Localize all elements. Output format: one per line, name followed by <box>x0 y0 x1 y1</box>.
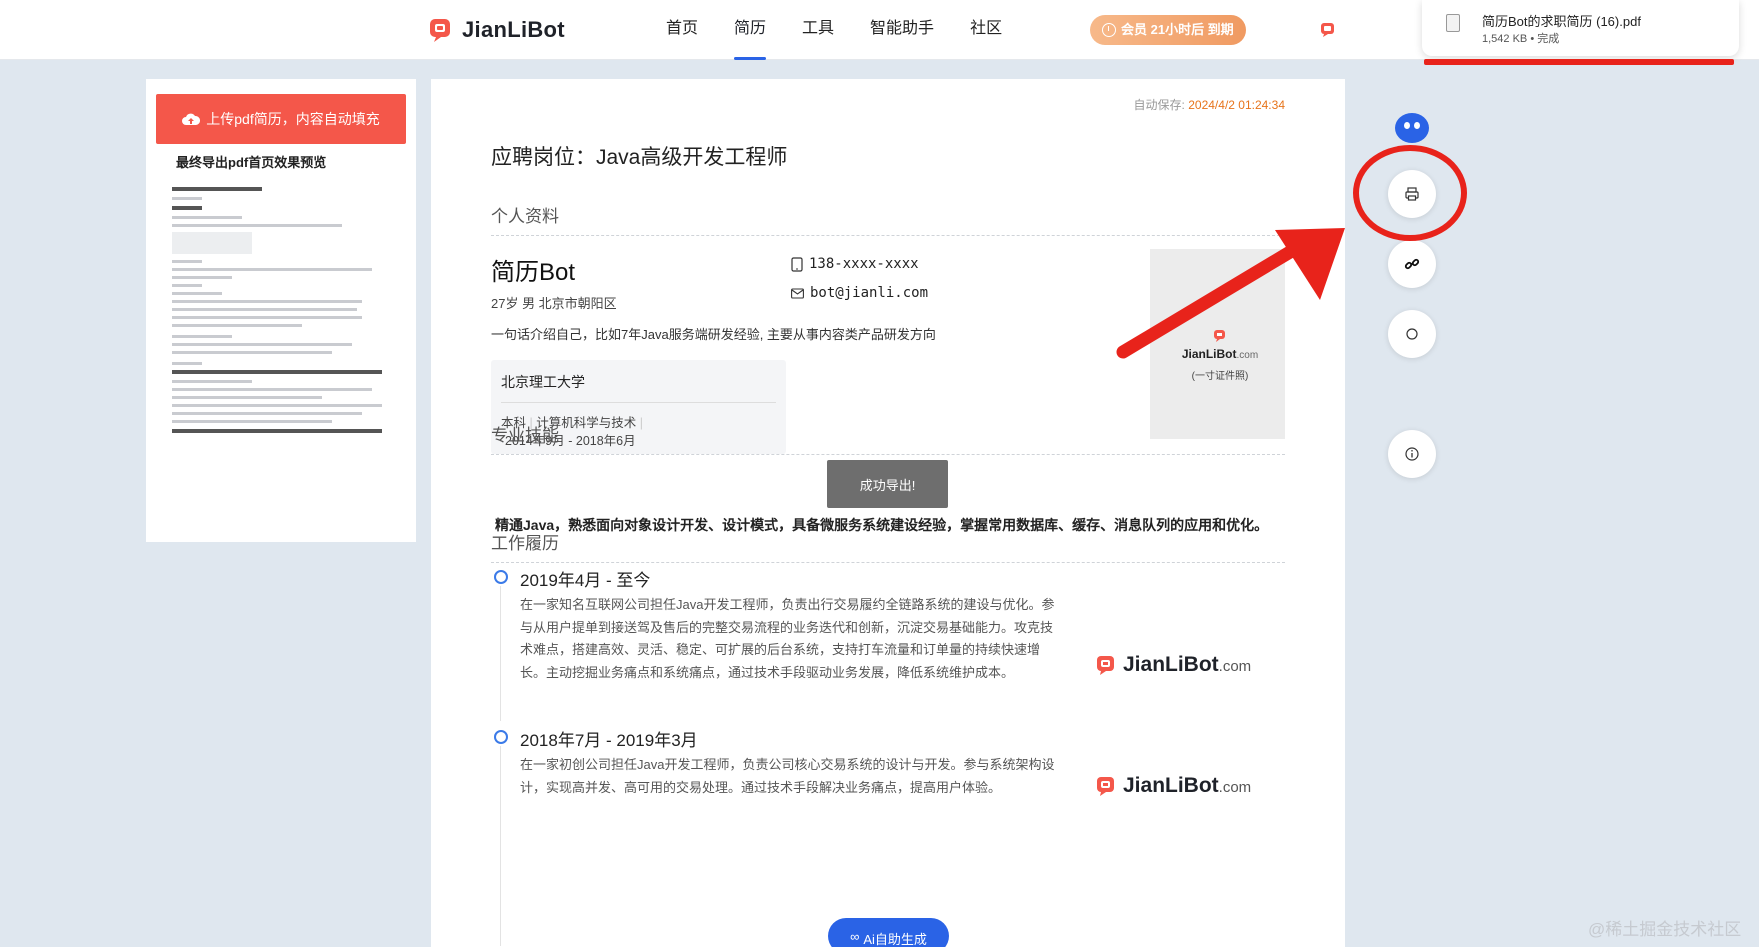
upload-pdf-label: 上传pdf简历，内容自动填充 <box>206 111 380 127</box>
vip-badge[interactable]: 会员 21小时后 到期 <box>1090 15 1246 45</box>
timeline-dot <box>494 730 508 744</box>
ai-generate-label: Ai自助生成 <box>863 932 927 947</box>
watermark-logo: JianLiBot.com <box>1095 774 1251 798</box>
download-notification[interactable]: 简历Bot的求职简历 (16).pdf 1,542 KB • 完成 <box>1422 0 1739 56</box>
nav-community[interactable]: 社区 <box>952 0 1020 60</box>
candidate-name[interactable]: 简历Bot <box>491 252 575 287</box>
nav-assistant[interactable]: 智能助手 <box>852 0 952 60</box>
nav-tools[interactable]: 工具 <box>784 0 852 60</box>
timeline-line <box>500 746 501 946</box>
main-nav: 首页 简历 工具 智能助手 社区 <box>648 0 1020 60</box>
job-title[interactable]: 应聘岗位：Java高级开发工程师 <box>491 141 787 171</box>
annotation-circle <box>1353 145 1467 241</box>
job-1-description[interactable]: 在一家知名互联网公司担任Java开发工程师，负责出行交易履约全链路系统的建设与优… <box>520 594 1065 684</box>
section-work-heading: 工作履历 <box>491 529 1285 563</box>
watermark-brand: JianLiBot <box>1123 653 1219 676</box>
autosave-label: 自动保存: <box>1133 98 1185 112</box>
circle-icon <box>1406 328 1418 340</box>
footer-watermark: @稀土掘金技术社区 <box>1588 920 1742 939</box>
resume-editor: 自动保存: 2024/4/2 01:24:34 应聘岗位：Java高级开发工程师… <box>431 79 1345 947</box>
share-link-button[interactable] <box>1388 240 1436 288</box>
job-1-period[interactable]: 2019年4月 - 至今 <box>520 566 650 591</box>
watermark-logo: JianLiBot.com <box>1095 653 1251 677</box>
download-filename: 简历Bot的求职简历 (16).pdf <box>1482 14 1641 29</box>
pdf-file-icon <box>1446 14 1460 32</box>
nav-resume[interactable]: 简历 <box>716 0 784 60</box>
clock-icon <box>1102 23 1116 37</box>
robot-assistant-icon[interactable] <box>1395 113 1429 143</box>
download-meta: 1,542 KB • 完成 <box>1482 33 1560 45</box>
ai-generate-button[interactable]: ∞ Ai自助生成 <box>828 918 949 947</box>
phone-value: 138-xxxx-xxxx <box>809 256 919 272</box>
email-value: bot@jianli.com <box>810 285 929 301</box>
autosave-time: 2024/4/2 01:24:34 <box>1188 98 1285 112</box>
autosave-status: 自动保存: 2024/4/2 01:24:34 <box>1134 96 1285 113</box>
watermark-brand: JianLiBot <box>1123 774 1219 797</box>
section-skills-heading: 专业技能 <box>491 421 1285 455</box>
info-icon <box>1405 447 1419 461</box>
timeline-dot <box>494 570 508 584</box>
info-button[interactable] <box>1388 430 1436 478</box>
link-icon <box>1404 258 1420 270</box>
infinity-icon: ∞ <box>850 929 860 944</box>
email-icon <box>791 287 804 299</box>
logo-text: JianLiBot <box>462 17 565 42</box>
candidate-info[interactable]: 27岁 男 北京市朝阳区 <box>491 293 617 312</box>
user-avatar-icon[interactable] <box>1320 22 1336 38</box>
jianlibot-logo-icon <box>1097 777 1114 796</box>
education-divider <box>501 402 776 403</box>
candidate-intro[interactable]: 一句话介绍自己，比如7年Java服务端研发经验, 主要从事内容类产品研发方向 <box>491 324 936 343</box>
job-2-description[interactable]: 在一家初创公司担任Java开发工程师，负责公司核心交易系统的设计与开发。参与系统… <box>520 754 1065 799</box>
export-success-toast: 成功导出! <box>827 460 948 508</box>
upload-pdf-button[interactable]: 上传pdf简历，内容自动填充 <box>156 94 406 144</box>
nav-home[interactable]: 首页 <box>648 0 716 60</box>
email-field[interactable]: bot@jianli.com <box>791 285 928 301</box>
annotation-arrow-icon <box>1116 228 1345 359</box>
phone-icon <box>791 256 803 272</box>
logo[interactable]: JianLiBot <box>428 17 565 43</box>
job-2-period[interactable]: 2018年7月 - 2019年3月 <box>520 726 698 751</box>
watermark-text: JianLiBot.com <box>1123 774 1251 798</box>
jianlibot-logo-icon <box>430 19 450 42</box>
watermark-text: JianLiBot.com <box>1123 653 1251 677</box>
preview-title: 最终导出pdf首页效果预览 <box>176 155 327 170</box>
preview-panel: 上传pdf简历，内容自动填充 最终导出pdf首页效果预览 <box>146 79 416 542</box>
jianlibot-logo-icon <box>1097 656 1114 675</box>
download-underline-annotation <box>1424 59 1734 65</box>
option-button[interactable] <box>1388 310 1436 358</box>
watermark-suffix: .com <box>1218 658 1252 675</box>
vip-label: 会员 21小时后 到期 <box>1121 22 1234 37</box>
watermark-suffix: .com <box>1218 779 1252 796</box>
timeline-line <box>500 586 501 721</box>
cloud-upload-icon <box>182 113 201 125</box>
education-school: 北京理工大学 <box>501 374 585 390</box>
phone-field[interactable]: 138-xxxx-xxxx <box>791 256 919 272</box>
pdf-thumbnail[interactable] <box>172 187 398 439</box>
